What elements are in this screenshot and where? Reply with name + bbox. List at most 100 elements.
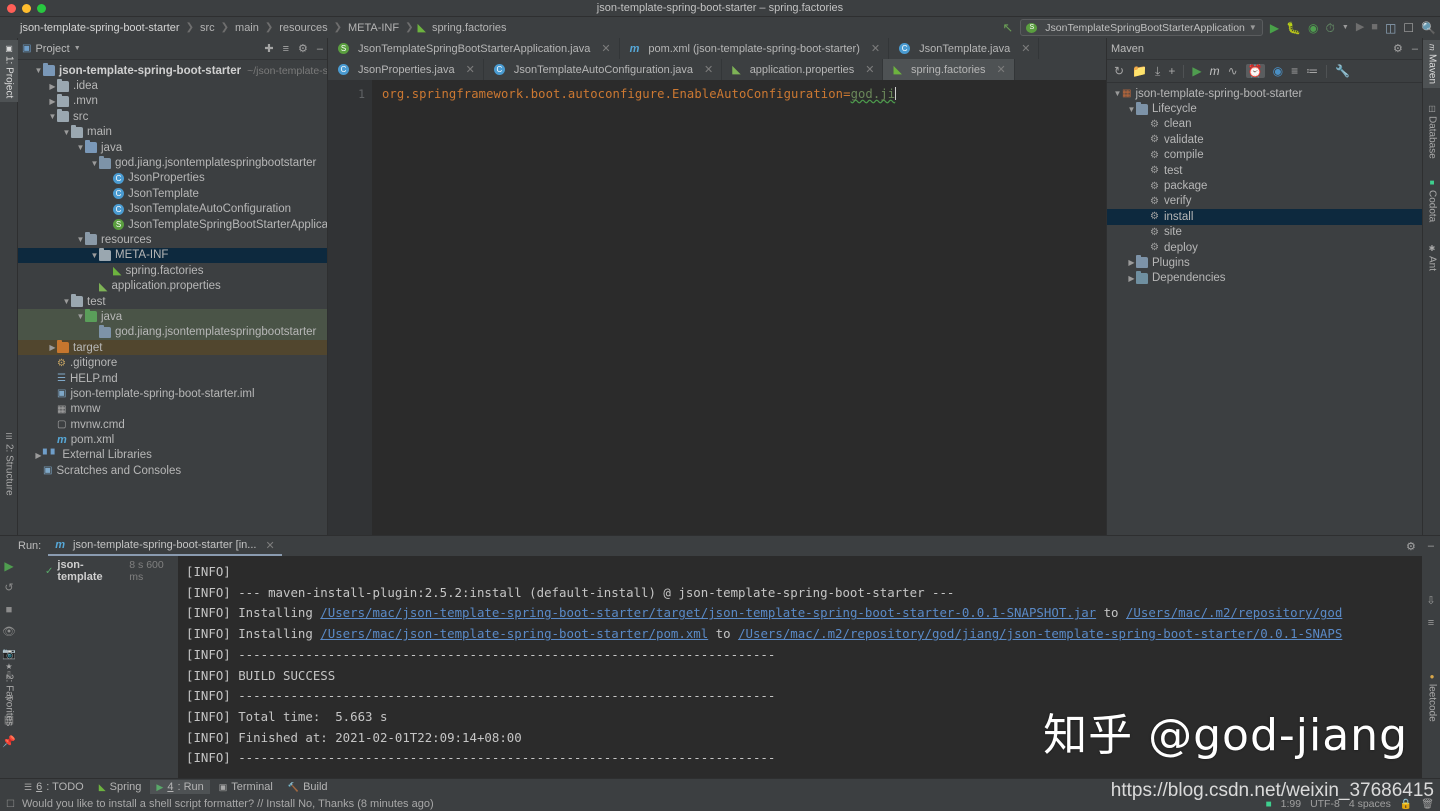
- editor-tab[interactable]: S JsonTemplateSpringBootStarterApplicatio…: [328, 38, 620, 59]
- run-with-coverage-icon[interactable]: ◉: [1308, 22, 1318, 34]
- test-tree-row[interactable]: ✓ json-template 8 s 600 ms: [18, 559, 178, 583]
- project-structure-icon[interactable]: ◫: [1385, 22, 1396, 34]
- editor-tab[interactable]: m pom.xml (json-template-spring-boot-star…: [619, 38, 890, 59]
- close-icon[interactable]: ✕: [601, 42, 610, 55]
- tree-node[interactable]: ▣ Scratches and Consoles: [18, 463, 327, 478]
- tree-node[interactable]: ▦ mvnw: [18, 402, 327, 417]
- code-editor[interactable]: 1 org.springframework.boot.autoconfigure…: [328, 80, 1106, 535]
- tree-node[interactable]: ▶ ▘▘ External Libraries: [18, 448, 327, 463]
- tree-node[interactable]: m pom.xml: [18, 432, 327, 447]
- execute-goal-icon[interactable]: ◉: [1273, 65, 1283, 77]
- bottom-bar-item[interactable]: ☰ 6: TODO: [18, 780, 90, 794]
- tree-node[interactable]: ▼ java: [18, 309, 327, 325]
- chevron-down-icon[interactable]: ▼: [48, 112, 57, 121]
- tree-node[interactable]: god.jiang.jsontemplatespringbootstarter: [18, 324, 327, 341]
- gear-icon[interactable]: ⚙: [1393, 42, 1403, 55]
- gear-icon[interactable]: ⚙: [1406, 540, 1416, 553]
- editor-tab[interactable]: C JsonTemplate.java ✕: [889, 38, 1040, 59]
- caret-position[interactable]: 1:99: [1281, 798, 1301, 810]
- breadcrumb-item-springfactories[interactable]: spring.factories: [430, 22, 509, 34]
- breadcrumb-item-main[interactable]: main: [233, 22, 261, 34]
- soft-wrap-icon[interactable]: ≡: [1428, 617, 1434, 629]
- tree-node[interactable]: ⚙ site: [1107, 225, 1422, 240]
- tree-node[interactable]: S JsonTemplateSpringBootStarterApplicatio…: [18, 217, 327, 232]
- chevron-down-icon[interactable]: ▼: [1127, 105, 1136, 114]
- console-link[interactable]: /Users/mac/.m2/repository/god/jiang/json…: [738, 626, 1342, 641]
- pin-icon[interactable]: 📌: [2, 737, 16, 748]
- chevron-down-icon[interactable]: ▼: [90, 251, 99, 260]
- profile-icon[interactable]: ⏱: [1326, 22, 1335, 34]
- offline-mode-icon[interactable]: ⏰: [1245, 64, 1265, 78]
- console-side-toolbar[interactable]: ⇩ ≡: [1422, 556, 1440, 778]
- sidebar-item-database[interactable]: ◫ Database: [1423, 100, 1440, 163]
- breadcrumb-item-project[interactable]: json-template-spring-boot-starter: [18, 22, 182, 34]
- back-arrow-icon[interactable]: ↖: [1002, 21, 1013, 34]
- tree-node[interactable]: C JsonTemplateAutoConfiguration: [18, 202, 327, 217]
- editor-tab-row-2[interactable]: C JsonProperties.java ✕ C JsonTemplateAutoCo…: [328, 59, 1106, 80]
- window-controls[interactable]: [7, 4, 46, 13]
- run-icon[interactable]: ▶: [1192, 65, 1201, 77]
- tree-node[interactable]: ▼ test: [18, 294, 327, 309]
- minimize-window-button[interactable]: [22, 4, 31, 13]
- gear-icon[interactable]: ⚙: [298, 42, 308, 55]
- tree-node[interactable]: ▼ src: [18, 109, 327, 124]
- tree-node[interactable]: ⚙ compile: [1107, 148, 1422, 163]
- collapse-all-icon[interactable]: ≔: [1306, 65, 1318, 77]
- scroll-from-source-icon[interactable]: ✚: [264, 42, 273, 55]
- console-link[interactable]: /Users/mac/json-template-spring-boot-sta…: [320, 626, 708, 641]
- bottom-bar-item[interactable]: ◣ Spring: [93, 780, 148, 794]
- close-icon[interactable]: ✕: [265, 539, 274, 552]
- tree-node[interactable]: ▼ Lifecycle: [1107, 101, 1422, 116]
- run-configuration-selector[interactable]: S JsonTemplateSpringBootStarterApplicati…: [1020, 19, 1263, 36]
- editor-tab[interactable]: ◣ spring.factories ✕: [883, 59, 1015, 80]
- debug-icon[interactable]: 🐛: [1286, 22, 1301, 34]
- trash-icon[interactable]: 🗑: [1421, 799, 1434, 810]
- indent-setting[interactable]: 4 spaces: [1349, 798, 1391, 810]
- search-icon[interactable]: 🔍: [1421, 22, 1436, 34]
- chevron-down-icon[interactable]: ▼: [1342, 24, 1349, 31]
- tree-node[interactable]: ⚙ test: [1107, 163, 1422, 178]
- sidebar-item-codota[interactable]: ■ Codota: [1423, 174, 1440, 226]
- bottom-bar-item[interactable]: ▶ 4: Run: [150, 780, 210, 794]
- tree-node[interactable]: ▼ main: [18, 124, 327, 140]
- scroll-to-end-icon[interactable]: ⇩: [1426, 594, 1435, 607]
- console-output[interactable]: [INFO] [INFO] --- maven-install-plugin:2.…: [178, 556, 1422, 778]
- tree-node[interactable]: ▼ god.jiang.jsontemplatespringbootstarter: [18, 155, 327, 170]
- sidebar-item-maven[interactable]: m Maven: [1423, 40, 1440, 88]
- project-file-tree[interactable]: ▼ json-template-spring-boot-starter ~/json…: [18, 60, 327, 535]
- tree-node[interactable]: ◣ spring.factories: [18, 263, 327, 278]
- editor-content[interactable]: org.springframework.boot.autoconfigure.E…: [372, 80, 1106, 535]
- sidebar-item-structure[interactable]: ☰ 2: Structure: [0, 428, 18, 500]
- close-icon[interactable]: ✕: [1021, 42, 1030, 55]
- tree-node[interactable]: ▣ json-template-spring-boot-starter.iml: [18, 386, 327, 401]
- event-log-icon[interactable]: ☐: [6, 799, 15, 810]
- file-encoding[interactable]: UTF-8: [1310, 798, 1340, 810]
- tree-node[interactable]: ◣ application.properties: [18, 278, 327, 293]
- chevron-down-icon[interactable]: ▼: [34, 66, 43, 75]
- close-icon[interactable]: ✕: [865, 63, 874, 76]
- collapse-all-icon[interactable]: ≡: [283, 43, 289, 55]
- tree-node[interactable]: ▼ resources: [18, 232, 327, 247]
- sidebar-item-ant[interactable]: ✱ Ant: [1423, 240, 1440, 275]
- tree-node[interactable]: ▼ ▦ json-template-spring-boot-starter: [1107, 86, 1422, 101]
- add-maven-project-icon[interactable]: 📁: [1132, 65, 1147, 77]
- status-message[interactable]: Would you like to install a shell script…: [22, 798, 434, 810]
- editor-tab-row-1[interactable]: S JsonTemplateSpringBootStarterApplicatio…: [328, 38, 1106, 59]
- breadcrumb-item-resources[interactable]: resources: [277, 22, 329, 34]
- tree-node[interactable]: ▼ java: [18, 140, 327, 155]
- chevron-right-icon[interactable]: ▶: [48, 82, 57, 91]
- bottom-tool-window-bar[interactable]: ☰ 6: TODO ◣ Spring ▶ 4: Run ▣ Terminal 🔨 Build: [0, 778, 1440, 795]
- editor-tab[interactable]: ◣ application.properties ✕: [722, 59, 884, 80]
- tree-node[interactable]: ▼ META-INF: [18, 247, 327, 264]
- tree-node[interactable]: ▶ Plugins: [1107, 255, 1422, 270]
- lock-icon[interactable]: 🔒: [1400, 799, 1412, 810]
- editor-tab[interactable]: C JsonTemplateAutoConfiguration.java ✕: [483, 59, 723, 80]
- close-icon[interactable]: ✕: [997, 63, 1006, 76]
- stop-icon[interactable]: ■: [6, 605, 13, 616]
- tree-node[interactable]: ⚙ .gitignore: [18, 355, 327, 370]
- filter-icon[interactable]: 👁: [2, 627, 16, 638]
- layout-icon[interactable]: ☐: [1403, 22, 1414, 34]
- chevron-down-icon[interactable]: ▼: [90, 159, 99, 168]
- tree-node[interactable]: ⚙ validate: [1107, 132, 1422, 147]
- tree-node[interactable]: C JsonProperties: [18, 171, 327, 186]
